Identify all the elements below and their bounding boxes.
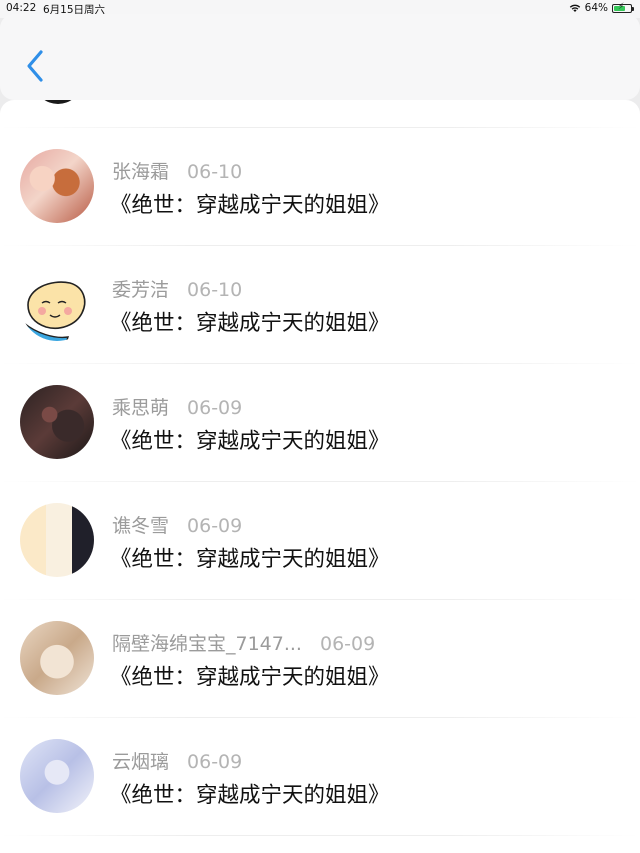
navigation-bar (0, 14, 640, 100)
book-title[interactable]: 《绝世：穿越成宁天的姐姐》 (110, 542, 390, 573)
user-name[interactable]: 云烟璃 (112, 751, 169, 773)
list-item[interactable]: 乘思萌 06-09 《绝世：穿越成宁天的姐姐》 (0, 363, 640, 481)
item-meta: 谯冬雪 06-09 (112, 511, 242, 538)
list-item[interactable]: 隔壁海绵宝宝_7147... 06-09 《绝世：穿越成宁天的姐姐》 (0, 599, 640, 717)
avatar[interactable] (20, 503, 94, 577)
avatar[interactable] (20, 739, 94, 813)
item-date: 06-10 (187, 279, 243, 301)
avatar[interactable] (20, 267, 94, 341)
avatar[interactable] (36, 100, 80, 104)
avatar[interactable] (20, 385, 94, 459)
wifi-icon (569, 4, 580, 12)
user-name[interactable]: 隔壁海绵宝宝_7147... (112, 633, 302, 655)
chevron-left-icon (27, 50, 43, 82)
item-date: 06-09 (319, 633, 376, 655)
user-name[interactable]: 谯冬雪 (112, 515, 169, 537)
item-meta: 云烟璃 06-09 (112, 747, 242, 774)
user-name[interactable]: 委芳洁 (112, 279, 169, 301)
back-button[interactable] (22, 48, 50, 84)
book-title[interactable]: 《绝世：穿越成宁天的姐姐》 (110, 778, 390, 809)
list-item[interactable]: 云烟璃 06-09 《绝世：穿越成宁天的姐姐》 (0, 717, 640, 835)
book-title[interactable]: 《绝世：穿越成宁天的姐姐》 (110, 306, 390, 337)
user-name[interactable]: 张海霜 (112, 161, 169, 183)
item-meta: 委芳洁 06-10 (112, 275, 242, 302)
book-title[interactable]: 《绝世：穿越成宁天的姐姐》 (110, 188, 390, 219)
item-date: 06-09 (187, 515, 243, 537)
item-date: 06-09 (187, 397, 243, 419)
avatar[interactable] (20, 149, 94, 223)
list-item[interactable]: 谯冬雪 06-09 《绝世：穿越成宁天的姐姐》 (0, 481, 640, 599)
book-title[interactable]: 《绝世：穿越成宁天的姐姐》 (110, 424, 390, 455)
item-meta: 隔壁海绵宝宝_7147... 06-09 (112, 629, 375, 656)
user-name[interactable]: 乘思萌 (112, 397, 169, 419)
item-date: 06-10 (187, 161, 243, 183)
status-indicators: 64% ⚡ (569, 2, 634, 14)
list-item[interactable]: 委芳洁 06-10 《绝世：穿越成宁天的姐姐》 (0, 245, 640, 363)
item-meta: 乘思萌 06-09 (112, 393, 242, 420)
battery-percent: 64% (584, 2, 608, 14)
comment-list[interactable]: 张海霜 06-10 《绝世：穿越成宁天的姐姐》 委芳洁 06-10 《绝世：穿越成宁… (0, 100, 640, 853)
avatar[interactable] (20, 621, 94, 695)
status-time: 04:22 (6, 2, 37, 14)
list-item[interactable]: 张海霜 06-10 《绝世：穿越成宁天的姐姐》 (0, 127, 640, 245)
battery-icon: ⚡ (612, 2, 634, 13)
item-date: 06-09 (187, 751, 243, 773)
divider (0, 835, 640, 836)
book-title[interactable]: 《绝世：穿越成宁天的姐姐》 (110, 660, 390, 691)
cartoon-face-icon (20, 281, 86, 341)
item-meta: 张海霜 06-10 (112, 157, 242, 184)
